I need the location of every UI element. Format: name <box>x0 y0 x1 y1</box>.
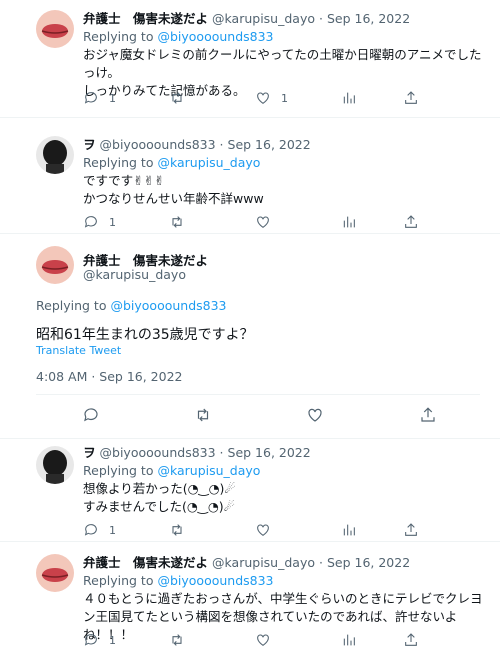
retweet-button[interactable] <box>169 212 185 232</box>
reply-to-link[interactable]: @karupisu_dayo <box>157 155 260 170</box>
views-button[interactable] <box>341 520 357 540</box>
heart-icon <box>257 524 269 536</box>
bar-chart-icon <box>343 634 355 646</box>
retweet-button[interactable] <box>194 406 212 428</box>
replying-to: Replying to @karupisu_dayo <box>83 463 261 478</box>
tweet-text: ですです✌✌✌ かつなりせんせい年齢不詳www <box>83 173 264 206</box>
avatar-lips[interactable] <box>36 554 74 592</box>
reply-button[interactable]: 1 <box>83 520 116 540</box>
avatar-silhouette[interactable] <box>36 446 74 484</box>
author-name[interactable]: ヲ <box>83 137 96 152</box>
replying-to: Replying to @biyoooounds833 <box>83 29 274 44</box>
retweet-icon <box>172 216 182 228</box>
reply-icon <box>84 408 98 422</box>
tweet-2[interactable]: ヲ @biyoooounds833 · Sep 16, 2022 Replying… <box>0 118 500 234</box>
author-handle[interactable]: @karupisu_dayo <box>212 555 315 570</box>
bar-chart-icon <box>343 216 355 228</box>
tweet-date[interactable]: Sep 16, 2022 <box>327 11 410 26</box>
bar-chart-icon <box>343 92 355 104</box>
reply-to-link[interactable]: @karupisu_dayo <box>157 463 260 478</box>
retweet-icon <box>172 524 182 536</box>
retweet-button[interactable] <box>169 520 185 540</box>
like-button[interactable] <box>255 630 271 650</box>
tweet-text: 昭和61年生まれの35歳児ですよ？ <box>36 327 254 343</box>
views-button[interactable] <box>341 212 357 232</box>
focused-tweet: 弁護士 傷害未遂だよ @karupisu_dayo Replying to @b… <box>0 234 500 439</box>
tweet-text: 想像より若かった(◔‿◔)☄ すみませんでした(◔‿◔)☄ <box>83 481 236 514</box>
tweet-timestamp[interactable]: 4:08 AM · Sep 16, 2022 <box>36 369 183 384</box>
author-name[interactable]: 弁護士 傷害未遂だよ <box>83 11 208 26</box>
replying-to: Replying to @biyoooounds833 <box>36 298 227 313</box>
translate-tweet-link[interactable]: Translate Tweet <box>36 344 121 357</box>
tweet-3[interactable]: ヲ @biyoooounds833 · Sep 16, 2022 Replying… <box>0 438 500 542</box>
reply-button[interactable]: 1 <box>83 630 116 650</box>
like-button[interactable]: 1 <box>255 88 288 108</box>
divider <box>36 394 480 395</box>
replying-to: Replying to @biyoooounds833 <box>83 573 274 588</box>
share-button[interactable] <box>403 88 419 108</box>
views-button[interactable] <box>341 630 357 650</box>
reply-to-link[interactable]: @biyoooounds833 <box>110 298 226 313</box>
tweet-date[interactable]: Sep 16, 2022 <box>327 555 410 570</box>
retweet-icon <box>197 408 209 422</box>
retweet-icon <box>172 92 182 104</box>
author-handle[interactable]: @karupisu_dayo <box>83 267 186 282</box>
heart-icon <box>308 408 322 422</box>
retweet-button[interactable] <box>169 88 185 108</box>
share-icon <box>405 523 417 536</box>
share-icon <box>405 215 417 228</box>
heart-icon <box>257 92 269 104</box>
author-handle[interactable]: @biyoooounds833 <box>100 445 216 460</box>
avatar-lips[interactable] <box>36 246 74 284</box>
reply-icon <box>84 524 97 536</box>
share-button[interactable] <box>403 520 419 540</box>
like-button[interactable] <box>306 406 324 428</box>
share-icon <box>405 91 417 104</box>
views-button[interactable] <box>341 88 357 108</box>
tweet-date[interactable]: Sep 16, 2022 <box>228 137 311 152</box>
share-button[interactable] <box>419 406 437 428</box>
retweet-button[interactable] <box>169 630 185 650</box>
reply-icon <box>84 92 97 104</box>
retweet-icon <box>172 634 182 646</box>
avatar-lips[interactable] <box>36 10 74 48</box>
heart-icon <box>257 216 269 228</box>
tweet-date[interactable]: Sep 16, 2022 <box>228 445 311 460</box>
reply-button[interactable]: 1 <box>83 212 116 232</box>
like-button[interactable] <box>255 212 271 232</box>
tweet-1[interactable]: 弁護士 傷害未遂だよ @karupisu_dayo · Sep 16, 2022 … <box>0 0 500 118</box>
reply-button[interactable] <box>82 406 100 428</box>
tweet-4[interactable]: 弁護士 傷害未遂だよ @karupisu_dayo · Sep 16, 2022 … <box>0 542 500 657</box>
like-button[interactable] <box>255 520 271 540</box>
author-name[interactable]: ヲ <box>83 445 96 460</box>
reply-icon <box>84 634 97 646</box>
bar-chart-icon <box>343 524 355 536</box>
author-handle[interactable]: @karupisu_dayo <box>212 11 315 26</box>
heart-icon <box>257 634 269 646</box>
reply-to-link[interactable]: @biyoooounds833 <box>157 573 273 588</box>
reply-to-link[interactable]: @biyoooounds833 <box>157 29 273 44</box>
share-icon <box>421 407 435 422</box>
author-handle[interactable]: @biyoooounds833 <box>100 137 216 152</box>
replying-to: Replying to @karupisu_dayo <box>83 155 261 170</box>
share-button[interactable] <box>403 212 419 232</box>
avatar-silhouette[interactable] <box>36 136 74 174</box>
share-button[interactable] <box>403 630 419 650</box>
reply-button[interactable]: 1 <box>83 88 116 108</box>
share-icon <box>405 633 417 646</box>
author-name[interactable]: 弁護士 傷害未遂だよ <box>83 555 208 570</box>
reply-icon <box>84 216 97 228</box>
